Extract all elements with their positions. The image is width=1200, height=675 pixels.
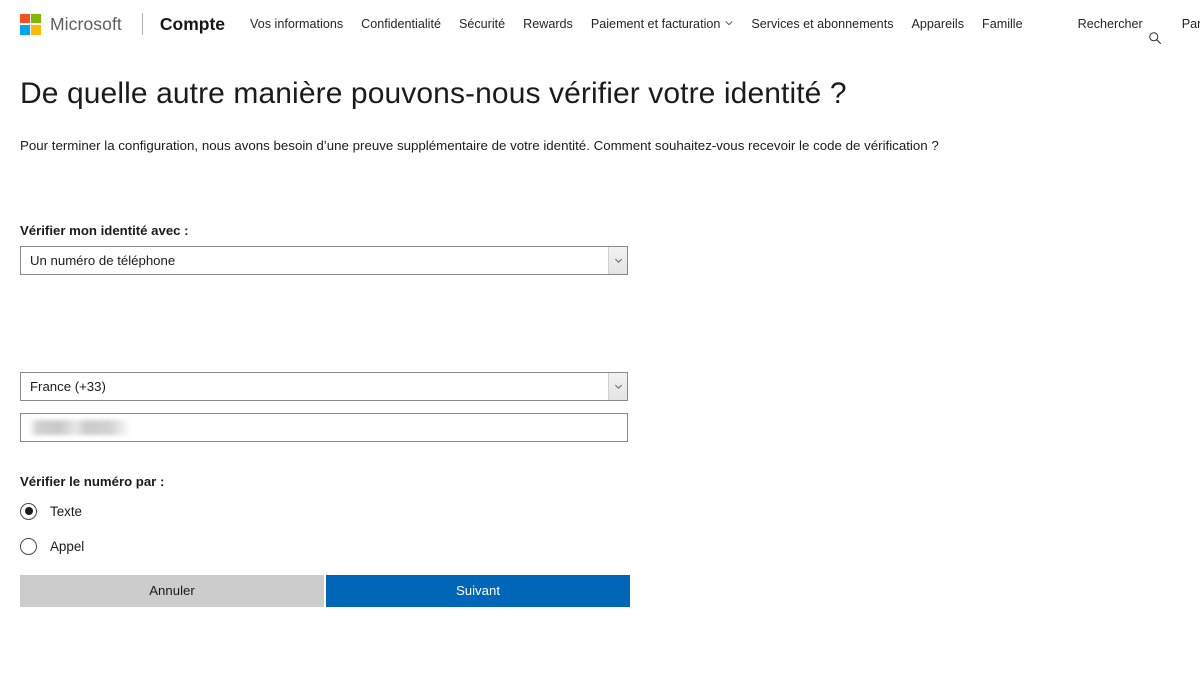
logo-square-blue xyxy=(20,24,30,35)
radio-label-texte: Texte xyxy=(50,503,83,519)
nav-item-paiement-et-facturation[interactable]: Paiement et facturation xyxy=(582,0,743,48)
nav-label: Services et abonnements xyxy=(751,17,894,31)
method-select-wrapper: Un numéro de téléphone xyxy=(20,245,628,275)
primary-nav: Vos informations Confidentialité Sécurit… xyxy=(241,0,1032,48)
country-code-select[interactable]: France (+33) xyxy=(20,371,628,401)
nav-item-services-et-abonnements[interactable]: Services et abonnements xyxy=(742,0,902,48)
search-icon xyxy=(1148,17,1162,45)
nav-label: Famille xyxy=(982,17,1023,31)
verification-method-select[interactable]: Un numéro de téléphone xyxy=(20,245,628,275)
nav-label: Sécurité xyxy=(458,17,506,31)
header-utility-nav: Rechercher Panier xyxy=(1068,0,1200,48)
radio-unselected-icon xyxy=(20,537,37,555)
header-divider xyxy=(141,13,143,35)
microsoft-wordmark: Microsoft xyxy=(50,13,122,34)
logo-square-red xyxy=(20,13,30,24)
microsoft-logo xyxy=(20,13,41,35)
phone-input-wrapper xyxy=(20,412,628,442)
radio-option-appel[interactable]: Appel xyxy=(20,537,220,555)
phone-number-input[interactable] xyxy=(20,412,628,442)
next-button[interactable]: Suivant xyxy=(326,574,630,607)
nav-item-appareils[interactable]: Appareils xyxy=(903,0,974,48)
radio-option-texte[interactable]: Texte xyxy=(20,502,220,520)
page-content: De quelle autre manière pouvons-nous vér… xyxy=(0,76,1200,607)
nav-label: Paiement et facturation xyxy=(590,17,721,31)
chevron-down-icon xyxy=(725,19,733,27)
logo-square-green xyxy=(31,13,41,24)
nav-label: Rewards xyxy=(523,17,573,31)
nav-label: Appareils xyxy=(911,17,965,31)
form-actions: Annuler Suivant xyxy=(20,574,630,607)
radio-label-appel: Appel xyxy=(50,538,85,554)
nav-item-vos-informations[interactable]: Vos informations xyxy=(241,0,352,48)
radio-selected-icon xyxy=(20,502,37,520)
page-title: De quelle autre manière pouvons-nous vér… xyxy=(20,77,847,110)
cart-label: Panier xyxy=(1181,17,1200,31)
search-label: Rechercher xyxy=(1077,17,1143,31)
form-spacer xyxy=(20,275,1200,372)
nav-label: Vos informations xyxy=(250,17,344,31)
nav-item-securite[interactable]: Sécurité xyxy=(450,0,514,48)
verify-by-label: Vérifier le numéro par : xyxy=(20,473,165,489)
account-brand-label: Compte xyxy=(159,13,226,34)
method-select-label: Vérifier mon identité avec : xyxy=(20,222,189,238)
nav-label: Confidentialité xyxy=(361,17,441,31)
nav-item-rewards[interactable]: Rewards xyxy=(514,0,582,48)
verification-form: Vérifier mon identité avec : Un numéro d… xyxy=(20,223,1200,607)
microsoft-home-link[interactable]: Microsoft xyxy=(20,13,122,35)
logo-square-yellow xyxy=(31,24,41,35)
nav-item-famille[interactable]: Famille xyxy=(973,0,1032,48)
nav-item-confidentialite[interactable]: Confidentialité xyxy=(352,0,450,48)
global-header: Microsoft Compte Vos informations Confid… xyxy=(0,0,1200,48)
page-subtitle: Pour terminer la configuration, nous avo… xyxy=(20,138,939,153)
country-select-wrapper: France (+33) xyxy=(20,371,628,401)
cancel-button[interactable]: Annuler xyxy=(20,574,324,607)
cart-button[interactable]: Panier xyxy=(1172,0,1200,48)
search-button[interactable]: Rechercher xyxy=(1068,0,1172,48)
